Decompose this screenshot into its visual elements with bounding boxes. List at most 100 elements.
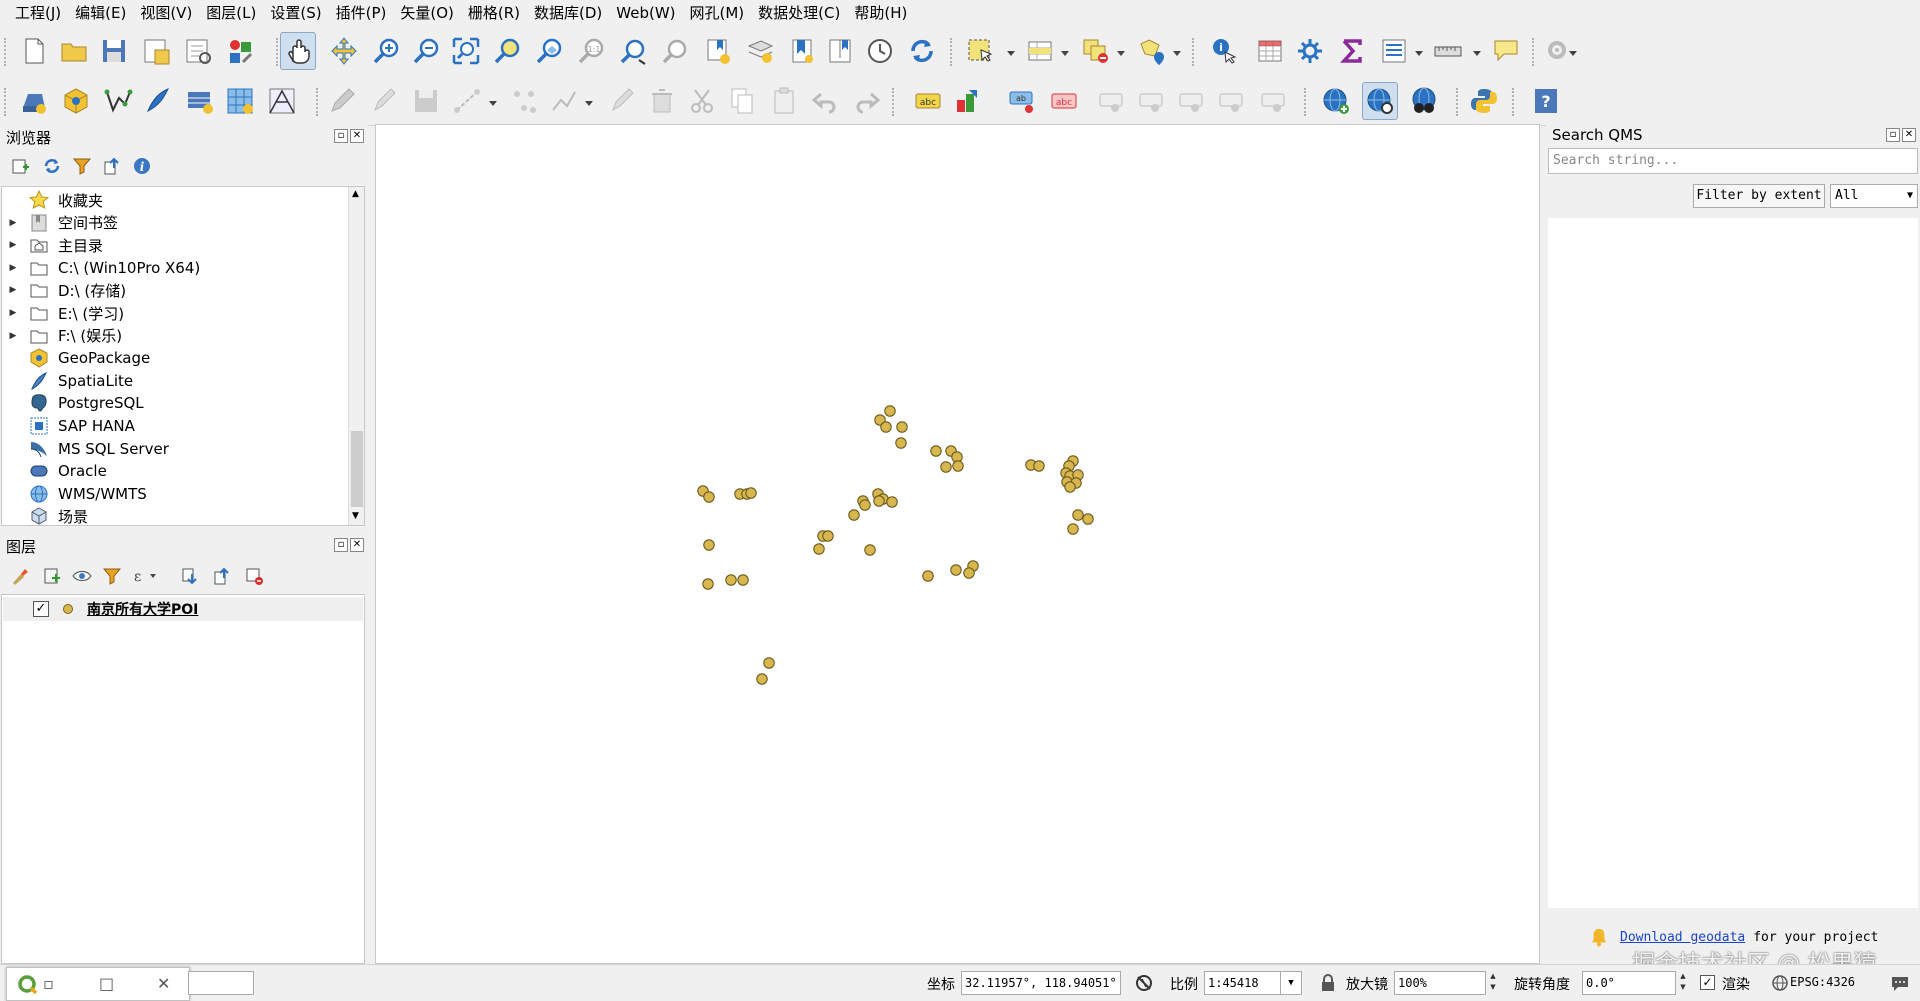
- university-poi-point[interactable]: [950, 564, 962, 576]
- text-annotation-icon[interactable]: [1488, 32, 1524, 70]
- university-poi-point[interactable]: [884, 405, 896, 417]
- university-poi-point[interactable]: [813, 543, 825, 555]
- rotation-spinner[interactable]: ▲ ▼: [1676, 971, 1690, 995]
- dropdown-arrow-icon[interactable]: [1116, 46, 1126, 56]
- dropdown-arrow-icon[interactable]: [1060, 46, 1070, 56]
- toolbar-grip[interactable]: [1304, 88, 1308, 116]
- locator-search-input[interactable]: [188, 971, 254, 995]
- field-calculator-icon[interactable]: [1376, 32, 1412, 70]
- select-by-attribute-icon[interactable]: [1022, 32, 1058, 70]
- digitize-icon[interactable]: [450, 82, 486, 120]
- add-group-icon[interactable]: [42, 566, 62, 586]
- float-panel-button[interactable]: ▫: [1886, 128, 1900, 142]
- toolbar-grip[interactable]: [892, 88, 896, 116]
- pan-icon[interactable]: [280, 32, 316, 70]
- filter-icon[interactable]: [72, 156, 92, 176]
- rotation-field[interactable]: 0.0°: [1582, 971, 1676, 995]
- dropdown-arrow-icon[interactable]: [1414, 46, 1424, 56]
- new-temp-scratch-layer-icon[interactable]: [264, 82, 300, 120]
- info-icon[interactable]: i: [132, 156, 152, 176]
- menu-item[interactable]: 帮助(H): [847, 0, 914, 26]
- change-label-icon[interactable]: [1174, 82, 1210, 120]
- toolbar-grip[interactable]: [316, 88, 320, 116]
- coordinate-field[interactable]: 32.11957°, 118.94051°: [961, 971, 1121, 995]
- map-tips-icon[interactable]: [822, 32, 858, 70]
- save-as-icon[interactable]: [138, 32, 174, 70]
- data-source-manager-icon[interactable]: [16, 82, 52, 120]
- university-poi-point[interactable]: [930, 445, 942, 457]
- browser-item[interactable]: SpatiaLite: [2, 370, 347, 392]
- browser-item[interactable]: ▶ D:\ (存储): [2, 279, 347, 301]
- menu-item[interactable]: 数据处理(C): [751, 0, 847, 26]
- magnifier-spinner[interactable]: ▲ ▼: [1486, 971, 1500, 995]
- university-poi-point[interactable]: [880, 421, 892, 433]
- zoom-in-icon[interactable]: [368, 32, 404, 70]
- menu-item[interactable]: 矢量(O): [393, 0, 461, 26]
- layer-name[interactable]: 南京所有大学POI: [87, 599, 198, 619]
- label-properties-icon[interactable]: [1214, 82, 1250, 120]
- new-shapefile-layer-icon[interactable]: [100, 82, 136, 120]
- scroll-up-arrow[interactable]: ▲: [352, 189, 359, 199]
- delete-selected-icon[interactable]: [644, 82, 680, 120]
- menu-item[interactable]: 数据库(D): [527, 0, 609, 26]
- temporal-controller-icon[interactable]: [862, 32, 898, 70]
- expand-arrow-icon[interactable]: ▶: [6, 263, 20, 273]
- refresh-icon[interactable]: [904, 32, 940, 70]
- layer-visibility-checkbox[interactable]: ✓: [33, 601, 49, 617]
- dropdown-arrow-icon[interactable]: [584, 96, 594, 106]
- browser-item[interactable]: WMS/WMTS: [2, 483, 347, 505]
- deselect-all-icon[interactable]: [1078, 32, 1114, 70]
- browser-item[interactable]: Oracle: [2, 460, 347, 482]
- filter-expression-icon[interactable]: ε: [132, 566, 158, 586]
- university-poi-point[interactable]: [725, 574, 737, 586]
- expand-arrow-icon[interactable]: ▶: [6, 285, 20, 295]
- qms-search-icon[interactable]: [1362, 82, 1398, 120]
- university-poi-point[interactable]: [895, 437, 907, 449]
- crs-globe-icon[interactable]: [1770, 973, 1790, 993]
- copy-features-icon[interactable]: [724, 82, 760, 120]
- collapse-all-icon[interactable]: [212, 566, 232, 586]
- menu-item[interactable]: 设置(S): [263, 0, 328, 26]
- menu-item[interactable]: 网孔(M): [683, 0, 752, 26]
- label-icon[interactable]: abc: [910, 82, 946, 120]
- browser-item[interactable]: GeoPackage: [2, 347, 347, 369]
- scale-dropdown[interactable]: ▼: [1280, 971, 1302, 995]
- browser-item[interactable]: 收藏夹: [2, 189, 347, 211]
- layer-row[interactable]: ✓ 南京所有大学POI: [3, 597, 363, 621]
- expand-arrow-icon[interactable]: ▶: [6, 308, 20, 318]
- style-manager-icon[interactable]: [222, 32, 258, 70]
- university-poi-point[interactable]: [1067, 523, 1079, 535]
- select-by-location-icon[interactable]: [1134, 32, 1170, 70]
- menu-item[interactable]: 栅格(R): [461, 0, 527, 26]
- new-mesh-layer-icon[interactable]: [222, 82, 258, 120]
- save-project-icon[interactable]: [96, 32, 132, 70]
- toggle-editing-icon[interactable]: [366, 82, 402, 120]
- download-geodata-link[interactable]: Download geodata: [1620, 930, 1745, 945]
- university-poi-point[interactable]: [896, 421, 908, 433]
- zoom-next-icon[interactable]: [658, 32, 694, 70]
- callout-icon[interactable]: [1256, 82, 1292, 120]
- browser-item[interactable]: ▶ 主目录: [2, 234, 347, 256]
- redo-icon[interactable]: [848, 82, 884, 120]
- quickmapservices-icon[interactable]: [1406, 82, 1442, 120]
- expand-arrow-icon[interactable]: ▶: [6, 331, 20, 341]
- processing-toolbox-icon[interactable]: [1292, 32, 1328, 70]
- university-poi-point[interactable]: [940, 461, 952, 473]
- select-features-icon[interactable]: [962, 32, 998, 70]
- new-print-layout-icon[interactable]: [180, 32, 216, 70]
- university-poi-point[interactable]: [922, 570, 934, 582]
- close-panel-button[interactable]: ✕: [350, 129, 364, 143]
- dropdown-arrow-icon[interactable]: [1568, 46, 1578, 56]
- toolbar-grip[interactable]: [1456, 88, 1460, 116]
- add-selected-layers-icon[interactable]: [10, 156, 30, 176]
- university-poi-point[interactable]: [703, 539, 715, 551]
- layer-styling-icon[interactable]: [10, 566, 30, 586]
- university-poi-point[interactable]: [886, 496, 898, 508]
- new-spatialite-layer-icon[interactable]: [140, 82, 176, 120]
- python-console-icon[interactable]: [1466, 82, 1502, 120]
- show-bookmarks-icon[interactable]: [742, 32, 778, 70]
- menu-item[interactable]: 工程(J): [8, 0, 68, 26]
- open-project-icon[interactable]: [56, 32, 92, 70]
- university-poi-point[interactable]: [745, 487, 757, 499]
- university-poi-point[interactable]: [1033, 460, 1045, 472]
